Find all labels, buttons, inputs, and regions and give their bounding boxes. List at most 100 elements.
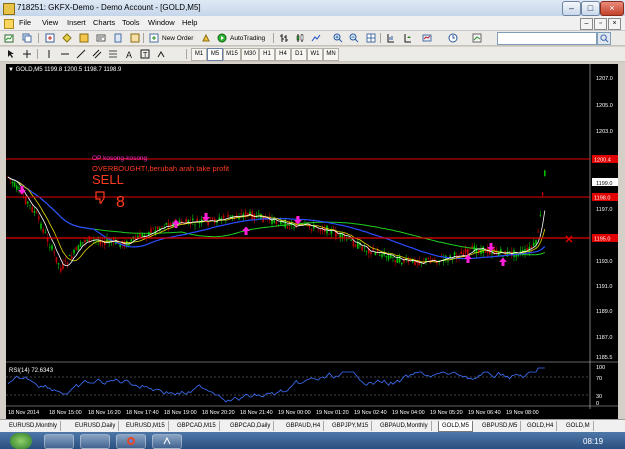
periods-icon[interactable] bbox=[448, 33, 458, 43]
candle-body bbox=[354, 245, 357, 247]
candlestick-icon[interactable] bbox=[295, 33, 305, 43]
mdi-restore-button[interactable]: ▫ bbox=[594, 18, 607, 30]
menu-charts[interactable]: Charts bbox=[93, 18, 115, 28]
timeframe-w1-button[interactable]: W1 bbox=[307, 48, 323, 61]
candle-body bbox=[35, 212, 38, 214]
search-button[interactable] bbox=[597, 32, 611, 45]
mt4-icon bbox=[163, 436, 171, 445]
new-order-button[interactable]: New Order bbox=[148, 32, 193, 45]
line-chart-icon[interactable] bbox=[311, 33, 321, 43]
candle-body bbox=[431, 259, 434, 261]
chart-shift-icon[interactable] bbox=[386, 33, 396, 43]
indicators-icon[interactable] bbox=[422, 33, 432, 43]
rsi-level-label: 100 bbox=[596, 365, 605, 371]
tab-gbpaud-monthly[interactable]: GBPAUD,Monthly bbox=[377, 421, 432, 431]
tab-gold-m5[interactable]: GOLD,M5 bbox=[438, 421, 474, 432]
candle-body bbox=[49, 247, 51, 248]
templates-icon[interactable] bbox=[472, 33, 482, 43]
autoscroll-icon[interactable] bbox=[403, 33, 413, 43]
channel-icon[interactable] bbox=[92, 49, 102, 59]
tab-eurusd-m15[interactable]: EURUSD,M15 bbox=[123, 421, 169, 431]
horizontal-line-icon[interactable] bbox=[60, 49, 70, 59]
taskbar-mt4-button[interactable] bbox=[152, 434, 182, 449]
menu-file[interactable]: File bbox=[19, 18, 31, 28]
timeframe-m15-button[interactable]: M15 bbox=[223, 48, 241, 61]
timeframe-h4-button[interactable]: H4 bbox=[275, 48, 291, 61]
arrows-icon[interactable] bbox=[156, 49, 166, 59]
vertical-line-icon[interactable] bbox=[44, 49, 54, 59]
strategy-tester-icon[interactable] bbox=[113, 33, 123, 43]
candle-body bbox=[29, 204, 31, 206]
chart-window[interactable]: 1200.4 1198.0 1195.0 1207.0 1205.0 1203.… bbox=[6, 64, 618, 409]
candle-body bbox=[156, 226, 159, 229]
text-box-icon[interactable]: T bbox=[140, 49, 150, 59]
search-input[interactable] bbox=[497, 32, 597, 45]
timeframe-mn-button[interactable]: MN bbox=[323, 48, 339, 61]
taskbar-clock: 08:19 bbox=[583, 437, 604, 446]
candle-body bbox=[161, 226, 163, 228]
tab-gold-h4[interactable]: GOLD,H4 bbox=[524, 421, 558, 431]
candle-body bbox=[40, 223, 42, 229]
tab-gold-m[interactable]: GOLD,M bbox=[563, 421, 594, 431]
candle-body bbox=[194, 224, 196, 226]
profiles-icon[interactable] bbox=[22, 33, 32, 43]
taskbar-browser-button[interactable] bbox=[116, 434, 146, 449]
candle-body bbox=[464, 248, 467, 254]
trendline-icon[interactable] bbox=[76, 49, 86, 59]
drawing-toolbar: A T M1 M5 M15 M30 H1 H4 D1 W1 MN bbox=[0, 47, 625, 62]
market-watch-icon[interactable] bbox=[45, 33, 55, 43]
timeframe-h1-button[interactable]: H1 bbox=[259, 48, 275, 61]
candle-body bbox=[185, 218, 187, 223]
price-chart[interactable]: 1200.4 1198.0 1195.0 1207.0 1205.0 1203.… bbox=[6, 64, 618, 409]
close-button[interactable]: × bbox=[600, 1, 624, 16]
start-button[interactable] bbox=[10, 433, 32, 449]
timeframe-m1-button[interactable]: M1 bbox=[191, 48, 207, 61]
candle-body bbox=[145, 236, 148, 238]
text-label-icon[interactable]: A bbox=[124, 49, 134, 59]
expert-icon[interactable] bbox=[201, 33, 211, 43]
tab-gbpjpy-m15[interactable]: GBPJPY,M15 bbox=[329, 421, 373, 431]
tile-windows-icon[interactable] bbox=[366, 33, 376, 43]
tab-gbpaud-h4[interactable]: GBPAUD,H4 bbox=[283, 421, 325, 431]
menu-tools[interactable]: Tools bbox=[122, 18, 140, 28]
price-axis-labels: 1207.0 1205.0 1203.0 1199.0 1197.0 1193.… bbox=[596, 76, 613, 361]
history-icon[interactable] bbox=[130, 33, 140, 43]
autotrading-button[interactable]: AutoTrading bbox=[216, 32, 265, 45]
terminal-icon[interactable] bbox=[96, 33, 106, 43]
standard-toolbar: New Order AutoTrading bbox=[0, 31, 625, 46]
annotation-op: OP kosong-kosong bbox=[92, 155, 148, 162]
mdi-close-button[interactable]: × bbox=[608, 18, 621, 30]
candle-body bbox=[533, 242, 535, 246]
timeframe-d1-button[interactable]: D1 bbox=[291, 48, 307, 61]
menu-window[interactable]: Window bbox=[148, 18, 175, 28]
candle-body bbox=[319, 230, 322, 232]
candle-body bbox=[44, 232, 47, 234]
mdi-minimize-button[interactable]: – bbox=[580, 18, 593, 30]
taskbar-app-button[interactable] bbox=[44, 434, 74, 449]
taskbar-app-button[interactable] bbox=[80, 434, 110, 449]
crosshair-icon[interactable] bbox=[22, 49, 32, 59]
bar-chart-icon[interactable] bbox=[279, 33, 289, 43]
tab-eurusd-monthly[interactable]: EURUSD,Monthly bbox=[6, 421, 62, 431]
tab-gbpcad-daily[interactable]: GBPCAD,Daily bbox=[227, 421, 275, 431]
navigator-icon[interactable] bbox=[79, 33, 89, 43]
fibonacci-icon[interactable] bbox=[108, 49, 118, 59]
maximize-button[interactable]: □ bbox=[581, 1, 600, 16]
tab-eurusd-daily[interactable]: EURUSD,Daily bbox=[72, 421, 120, 431]
timeframe-m30-button[interactable]: M30 bbox=[241, 48, 259, 61]
tab-gbpcad-m15[interactable]: GBPCAD,M15 bbox=[174, 421, 220, 431]
tab-gbpusd-m5[interactable]: GBPUSD,M5 bbox=[479, 421, 522, 431]
data-window-icon[interactable] bbox=[62, 33, 72, 43]
minimize-button[interactable]: – bbox=[562, 1, 581, 16]
menu-insert[interactable]: Insert bbox=[67, 18, 86, 28]
zoom-in-icon[interactable] bbox=[333, 33, 343, 43]
candle-body bbox=[38, 216, 40, 220]
cursor-icon[interactable] bbox=[6, 49, 16, 59]
zoom-out-icon[interactable] bbox=[349, 33, 359, 43]
candle-body bbox=[82, 242, 84, 243]
menu-view[interactable]: View bbox=[42, 18, 58, 28]
toolbar-separator bbox=[38, 33, 39, 43]
new-chart-icon[interactable] bbox=[4, 33, 14, 43]
menu-help[interactable]: Help bbox=[182, 18, 197, 28]
timeframe-m5-button[interactable]: M5 bbox=[207, 48, 223, 61]
